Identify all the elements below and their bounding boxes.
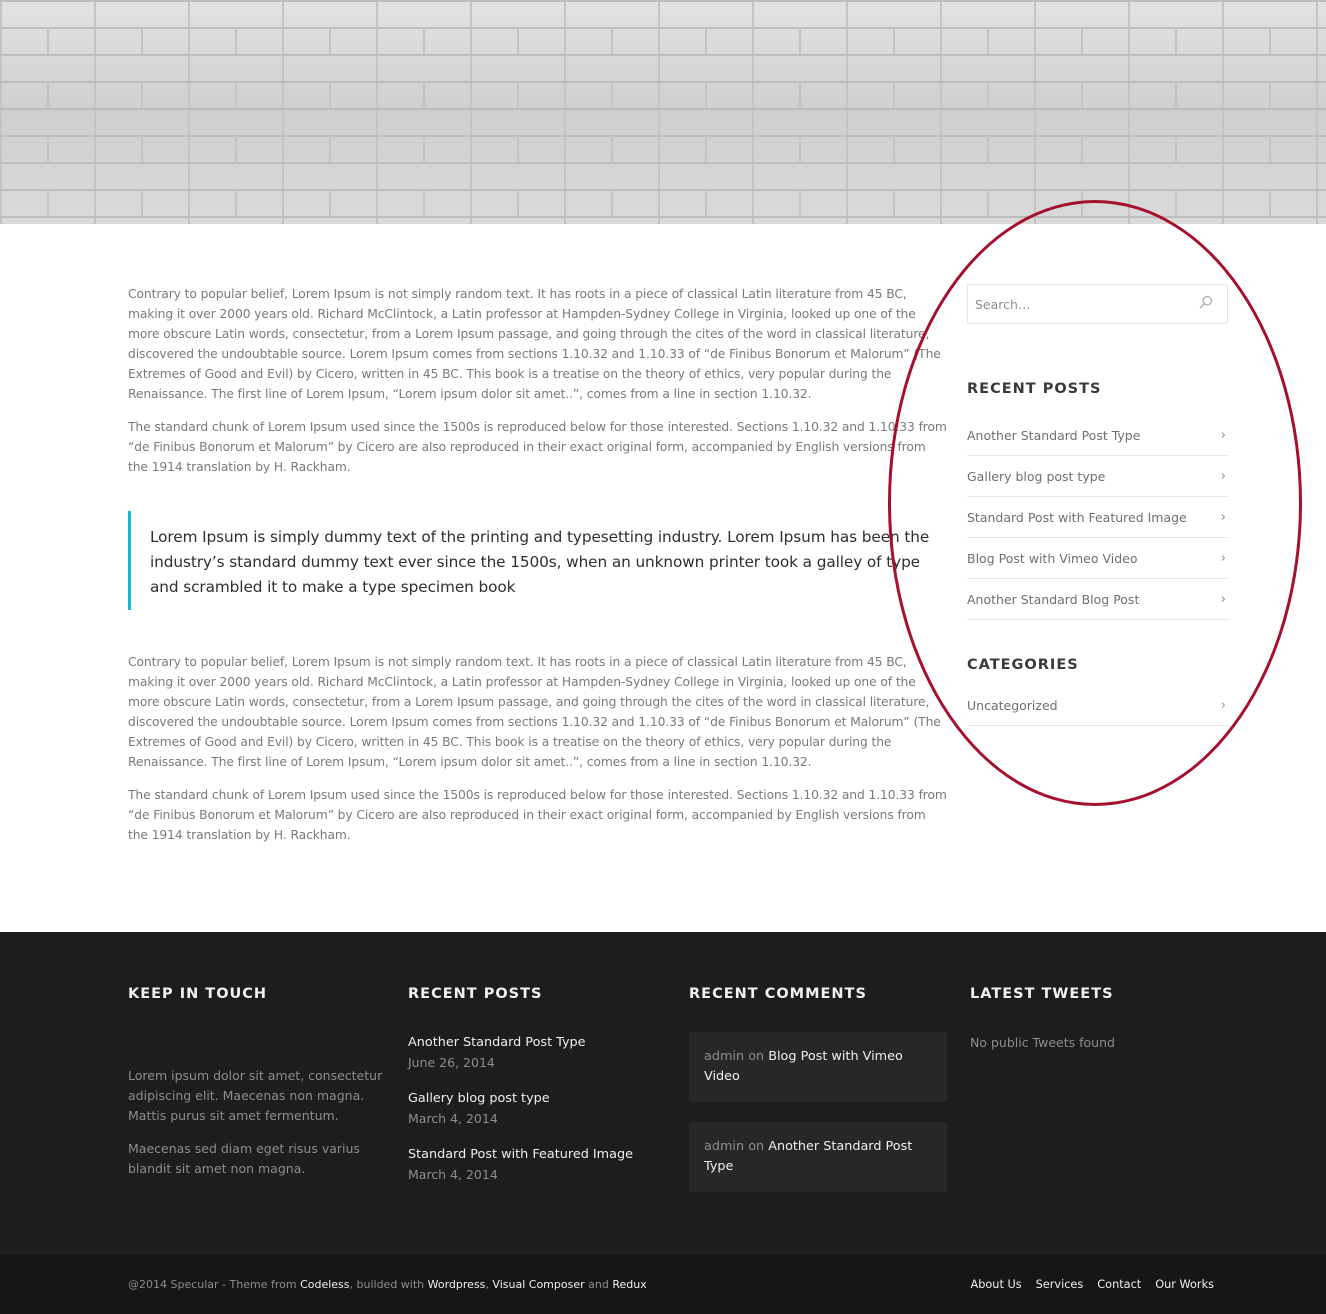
visual-composer-link[interactable]: Visual Composer xyxy=(492,1278,584,1291)
footer-nav: About Us Services Contact Our Works xyxy=(970,1278,1214,1291)
comment-item: admin on Another Standard Post Type xyxy=(689,1122,947,1192)
redux-link[interactable]: Redux xyxy=(612,1278,646,1291)
codeless-link[interactable]: Codeless xyxy=(300,1278,349,1291)
footer-post-item: Gallery blog post type March 4, 2014 xyxy=(408,1091,633,1126)
nav-our-works[interactable]: Our Works xyxy=(1155,1278,1214,1291)
blockquote: Lorem Ipsum is simply dummy text of the … xyxy=(128,511,948,610)
chevron-right-icon: › xyxy=(1220,427,1226,443)
footer-post-item: Another Standard Post Type June 26, 2014 xyxy=(408,1035,633,1070)
nav-services[interactable]: Services xyxy=(1036,1278,1084,1291)
nav-contact[interactable]: Contact xyxy=(1097,1278,1141,1291)
recent-post-link[interactable]: Standard Post with Featured Image › xyxy=(967,497,1228,538)
search-input[interactable] xyxy=(975,296,1175,312)
recent-posts-list: Another Standard Post Type › Gallery blog… xyxy=(967,415,1228,620)
footer-post-link[interactable]: Gallery blog post type xyxy=(408,1091,633,1106)
comment-on: on xyxy=(748,1049,765,1064)
search-icon[interactable] xyxy=(1199,295,1213,314)
footer-post-date: March 4, 2014 xyxy=(408,1167,498,1182)
recent-post-link[interactable]: Blog Post with Vimeo Video › xyxy=(967,538,1228,579)
categories-title: CATEGORIES xyxy=(967,657,1079,673)
comment-author: admin xyxy=(704,1049,745,1064)
recent-post-label: Another Standard Blog Post xyxy=(967,591,1140,607)
recent-post-link[interactable]: Gallery blog post type › xyxy=(967,456,1228,497)
paragraph: The standard chunk of Lorem Ipsum used s… xyxy=(128,420,947,474)
footer-post-link[interactable]: Another Standard Post Type xyxy=(408,1035,633,1050)
tweets-empty-text: No public Tweets found xyxy=(970,1035,1115,1050)
footer-post-date: March 4, 2014 xyxy=(408,1111,498,1126)
comment-author: admin xyxy=(704,1139,745,1154)
nav-about-us[interactable]: About Us xyxy=(970,1278,1021,1291)
footer-recent-comments: RECENT COMMENTS admin on Blog Post with … xyxy=(689,986,947,1192)
paragraph: Contrary to popular belief, Lorem Ipsum … xyxy=(128,655,941,769)
footer-post-date: June 26, 2014 xyxy=(408,1055,495,1070)
footer-keep-in-touch: KEEP IN TOUCH Lorem ipsum dolor sit amet… xyxy=(128,986,383,1179)
recent-post-link[interactable]: Another Standard Post Type › xyxy=(967,415,1228,456)
hero-brick-banner xyxy=(0,0,1326,224)
footer-post-link[interactable]: Standard Post with Featured Image xyxy=(408,1147,633,1162)
footer-latest-tweets: LATEST TWEETS No public Tweets found xyxy=(970,986,1115,1053)
category-link[interactable]: Uncategorized › xyxy=(967,685,1228,726)
blockquote-text: Lorem Ipsum is simply dummy text of the … xyxy=(150,528,930,596)
footer-text: Lorem ipsum dolor sit amet, consectetur … xyxy=(128,1068,383,1123)
comment-item: admin on Blog Post with Vimeo Video xyxy=(689,1032,947,1102)
credits-text: and xyxy=(584,1278,613,1291)
recent-post-label: Blog Post with Vimeo Video xyxy=(967,550,1138,566)
credits-text: , builded with xyxy=(349,1278,428,1291)
footer-recent-posts: RECENT POSTS Another Standard Post Type … xyxy=(408,986,633,1182)
post-content: Contrary to popular belief, Lorem Ipsum … xyxy=(128,284,948,858)
categories-list: Uncategorized › xyxy=(967,685,1228,726)
chevron-right-icon: › xyxy=(1220,468,1226,484)
recent-post-label: Another Standard Post Type xyxy=(967,427,1141,443)
brick-row xyxy=(0,189,1326,216)
footer-recent-comments-title: RECENT COMMENTS xyxy=(689,986,867,1002)
brick-row xyxy=(0,81,1326,108)
copyright-credits: @2014 Specular - Theme from Codeless, bu… xyxy=(128,1278,647,1291)
chevron-right-icon: › xyxy=(1220,697,1226,713)
footer-post-item: Standard Post with Featured Image March … xyxy=(408,1147,633,1182)
chevron-right-icon: › xyxy=(1220,509,1226,525)
sidebar: RECENT POSTS Another Standard Post Type ›… xyxy=(967,284,1228,726)
chevron-right-icon: › xyxy=(1220,591,1226,607)
recent-post-label: Standard Post with Featured Image xyxy=(967,509,1187,525)
footer: KEEP IN TOUCH Lorem ipsum dolor sit amet… xyxy=(0,932,1326,1255)
category-label: Uncategorized xyxy=(967,697,1058,713)
recent-post-label: Gallery blog post type xyxy=(967,468,1106,484)
credits-prefix: @2014 Specular - Theme from xyxy=(128,1278,301,1291)
recent-post-link[interactable]: Another Standard Blog Post › xyxy=(967,579,1228,620)
footer-text: Maecenas sed diam eget risus varius blan… xyxy=(128,1141,360,1176)
footer-keep-in-touch-title: KEEP IN TOUCH xyxy=(128,986,268,1002)
recent-posts-title: RECENT POSTS xyxy=(967,381,1102,397)
footer-latest-tweets-title: LATEST TWEETS xyxy=(970,986,1114,1002)
comment-on: on xyxy=(748,1139,765,1154)
brick-row xyxy=(0,27,1326,54)
paragraph: The standard chunk of Lorem Ipsum used s… xyxy=(128,788,947,842)
paragraph: Contrary to popular belief, Lorem Ipsum … xyxy=(128,287,941,401)
wordpress-link[interactable]: Wordpress xyxy=(428,1278,486,1291)
bottom-bar: @2014 Specular - Theme from Codeless, bu… xyxy=(0,1255,1326,1314)
footer-recent-posts-title: RECENT POSTS xyxy=(408,986,543,1002)
chevron-right-icon: › xyxy=(1220,550,1226,566)
search-box xyxy=(967,284,1228,324)
brick-row xyxy=(0,135,1326,162)
